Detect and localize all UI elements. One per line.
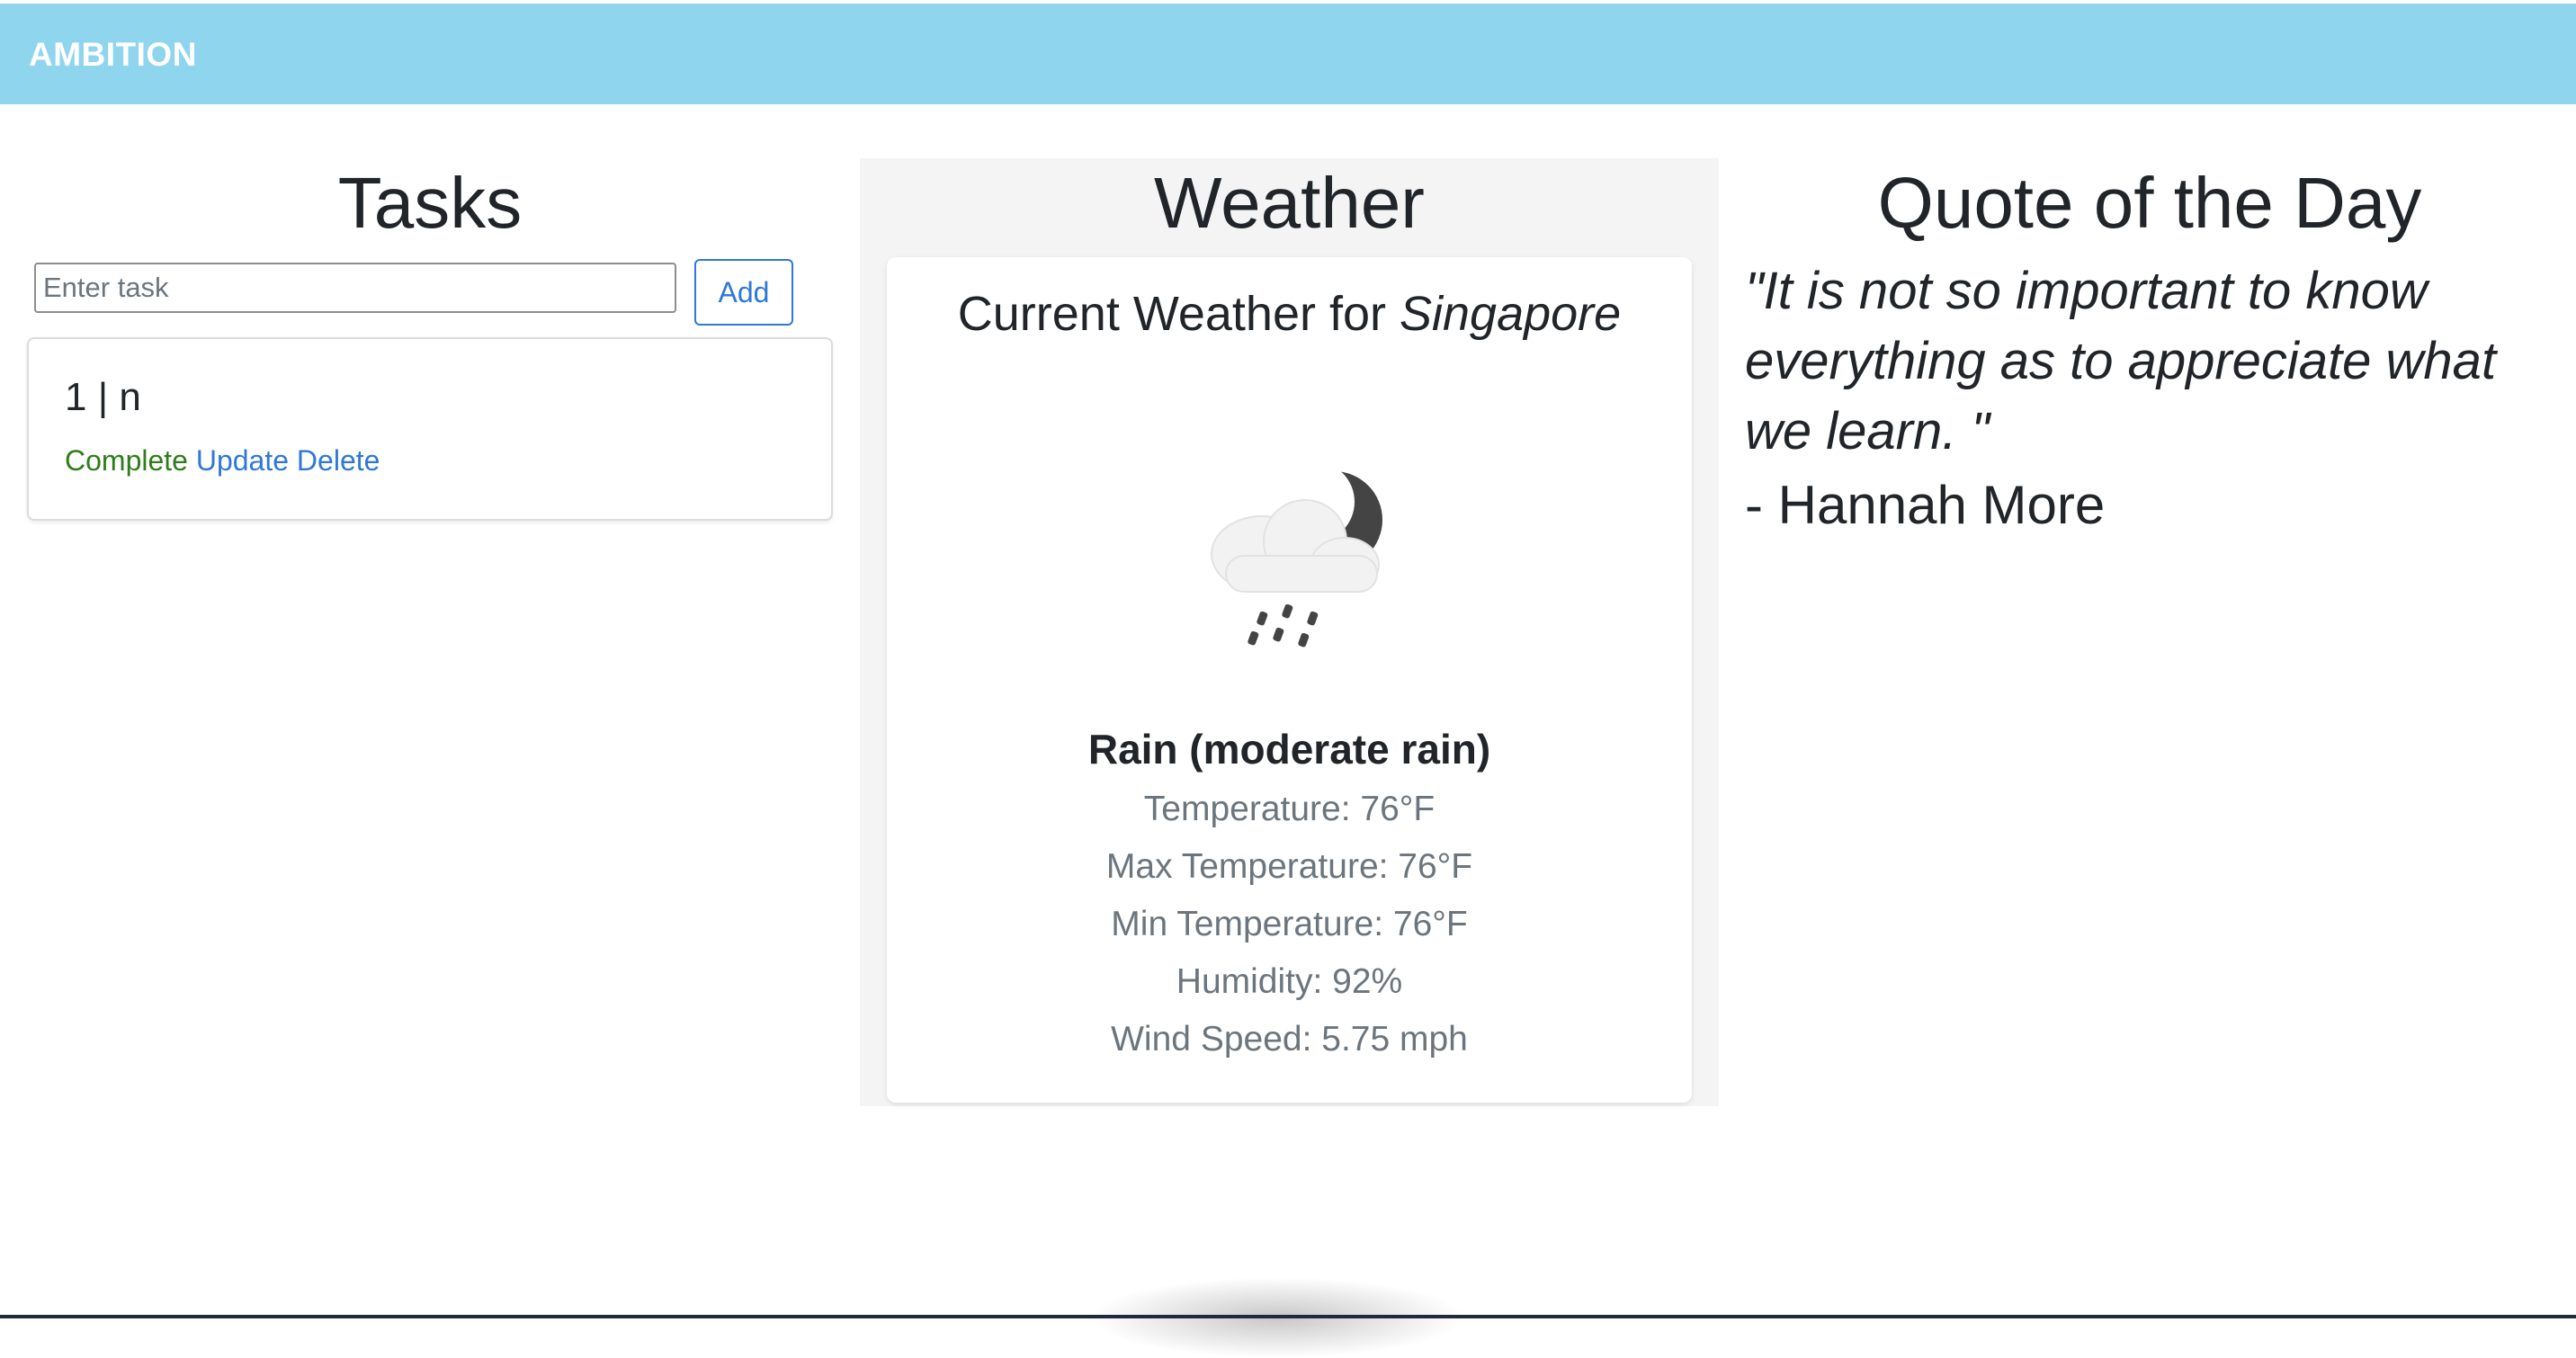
weather-heading: Current Weather for Singapore <box>887 286 1692 342</box>
task-actions: Complete Update Delete <box>65 444 380 478</box>
quote-text: "It is not so important to know everythi… <box>1745 262 2497 460</box>
weather-city: Singapore <box>1400 287 1622 341</box>
min-temperature-text: Min Temperature: 76°F <box>1111 905 1468 943</box>
humidity-text: Humidity: 92% <box>1176 962 1403 1001</box>
task-card: 1 | n Complete Update Delete <box>27 337 833 521</box>
window-bottom-edge <box>0 1315 2576 1318</box>
weather-card: Current Weather for Singapore Rain (mode… <box>887 257 1692 1103</box>
wind-speed-text: Wind Speed: 5.75 mph <box>1111 1020 1468 1059</box>
quote-author: - Hannah More <box>1745 475 2106 535</box>
tasks-title: Tasks <box>337 163 523 243</box>
task-input[interactable] <box>34 263 676 313</box>
delete-task-link[interactable]: Delete <box>297 444 380 477</box>
brand-logo-text[interactable]: AMBITION <box>29 36 197 74</box>
weather-heading-prefix: Current Weather for <box>957 287 1386 341</box>
quote-section: Quote of the Day "It is not so important… <box>1745 153 2554 535</box>
night-cloud-rain-icon <box>1211 461 1382 648</box>
weather-title: Weather <box>1154 163 1425 243</box>
complete-task-link[interactable]: Complete <box>65 444 188 477</box>
add-task-button[interactable]: Add <box>694 259 793 326</box>
navbar: AMBITION <box>0 4 2576 104</box>
max-temperature-text: Max Temperature: 76°F <box>1105 847 1473 886</box>
quote-title: Quote of the Day <box>1877 163 2422 243</box>
weather-description: Rain (moderate rain) <box>1087 726 1491 773</box>
temperature-text: Temperature: 76°F <box>1143 790 1436 828</box>
weather-section: Weather Current Weather for Singapore Ra… <box>860 158 1719 1106</box>
tasks-section: Tasks Add 1 | n Complete Update Delete <box>27 153 833 521</box>
update-task-link[interactable]: Update <box>196 444 289 477</box>
task-title: 1 | n <box>65 375 141 419</box>
